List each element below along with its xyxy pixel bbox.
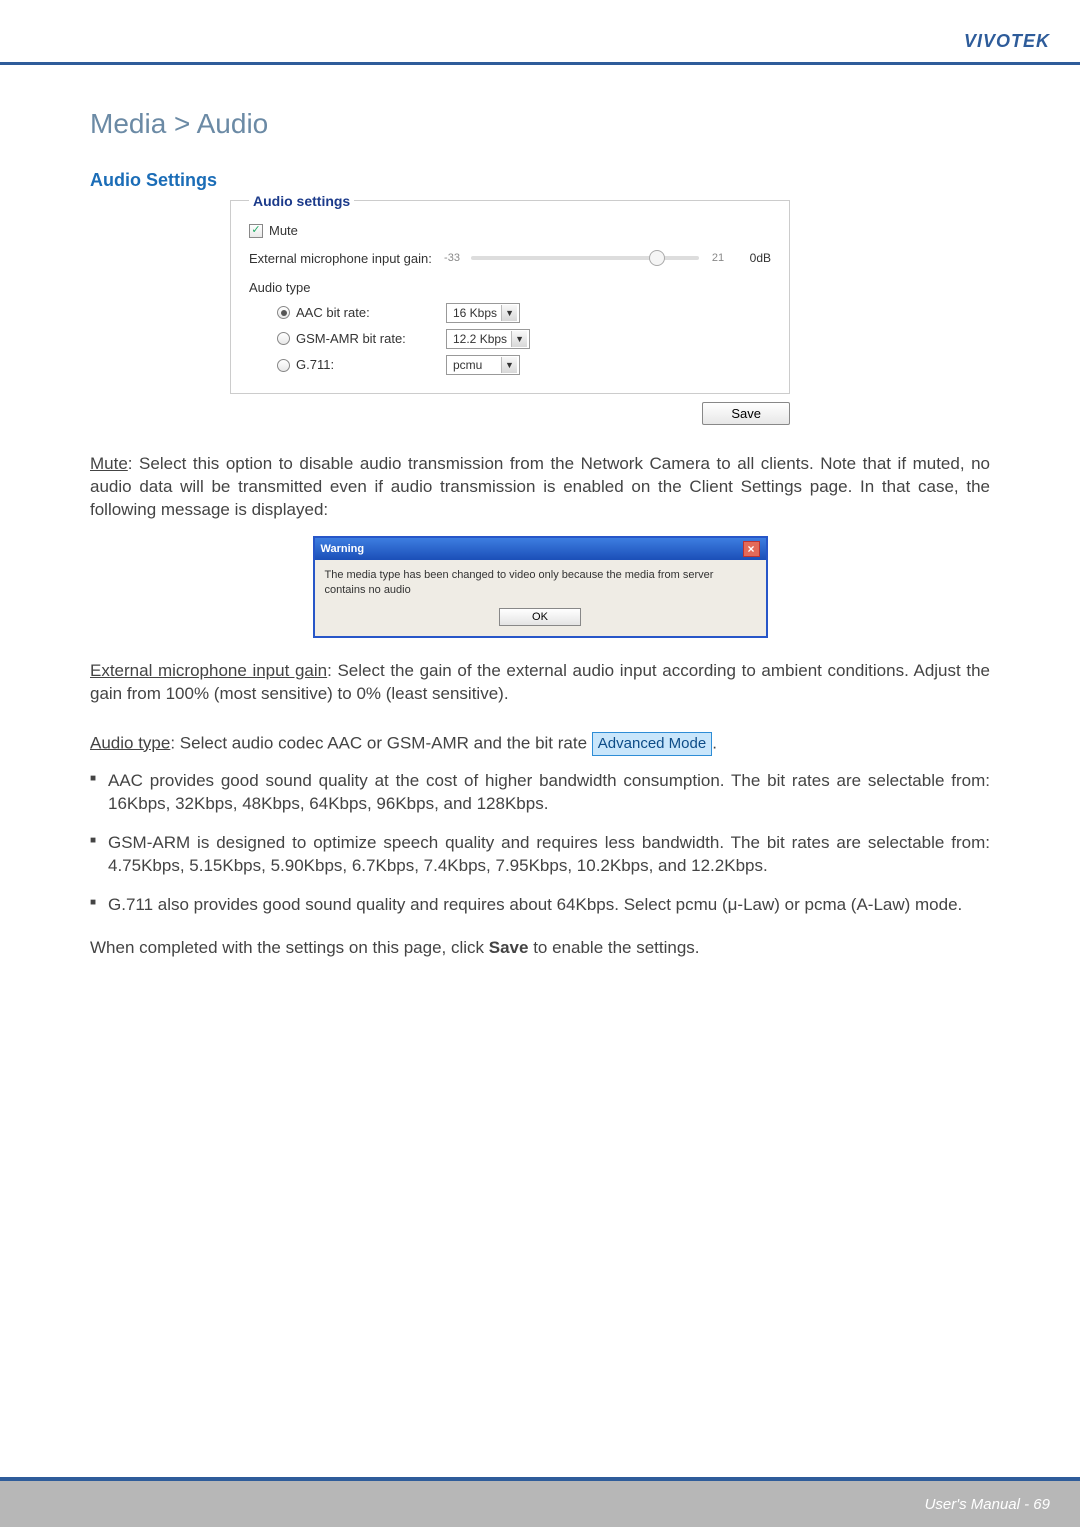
gain-term: External microphone input gain	[90, 661, 327, 680]
g711-label: G.711:	[296, 356, 446, 374]
content: Media > Audio Audio Settings Audio setti…	[0, 65, 1080, 959]
advanced-mode-badge: Advanced Mode	[592, 732, 712, 756]
header-band: VIVOTEK	[0, 0, 1080, 65]
save-text-b: Save	[489, 938, 529, 957]
mute-label: Mute	[269, 222, 298, 240]
gain-track[interactable]	[471, 256, 699, 260]
aac-bitrate-value: 16 Kbps	[449, 305, 501, 321]
save-text-a: When completed with the settings on this…	[90, 938, 489, 957]
codec-row-g711: G.711: pcmu ▼	[277, 355, 771, 375]
warning-titlebar: Warning ×	[315, 538, 766, 560]
panel-legend: Audio settings	[249, 192, 354, 211]
audio-type-intro-b: : Select audio codec AAC or GSM-AMR and …	[170, 733, 591, 752]
codec-row-aac: AAC bit rate: 16 Kbps ▼	[277, 303, 771, 323]
mute-paragraph: Mute: Select this option to disable audi…	[90, 453, 990, 522]
close-icon[interactable]: ×	[743, 541, 760, 557]
aac-bitrate-select[interactable]: 16 Kbps ▼	[446, 303, 520, 323]
audio-type-intro-c: .	[712, 733, 717, 752]
aac-radio[interactable]	[277, 306, 290, 319]
gsmamr-bitrate-select[interactable]: 12.2 Kbps ▼	[446, 329, 530, 349]
warning-dialog: Warning × The media type has been change…	[313, 536, 768, 638]
g711-mode-select[interactable]: pcmu ▼	[446, 355, 520, 375]
audio-type-heading: Audio type	[249, 279, 771, 297]
audio-settings-panel: Audio settings ✓ Mute External microphon…	[230, 200, 790, 394]
mute-term: Mute	[90, 454, 128, 473]
gain-paragraph: External microphone input gain: Select t…	[90, 660, 990, 706]
mute-checkbox[interactable]: ✓	[249, 224, 263, 238]
warning-message: The media type has been changed to video…	[325, 568, 756, 598]
gain-max: 21	[705, 251, 731, 266]
ok-button[interactable]: OK	[499, 608, 581, 626]
g711-mode-value: pcmu	[449, 357, 501, 373]
gain-label: External microphone input gain:	[249, 250, 439, 268]
g711-radio[interactable]	[277, 359, 290, 372]
footer-band: User's Manual - 69	[0, 1477, 1080, 1527]
chevron-down-icon[interactable]: ▼	[501, 357, 517, 373]
codec-row-gsmamr: GSM-AMR bit rate: 12.2 Kbps ▼	[277, 329, 771, 349]
chevron-down-icon[interactable]: ▼	[511, 331, 527, 347]
audio-type-rows: AAC bit rate: 16 Kbps ▼ GSM-AMR bit rate…	[249, 303, 771, 376]
bullet-gsm: GSM-ARM is designed to optimize speech q…	[90, 832, 990, 878]
save-text-c: to enable the settings.	[528, 938, 699, 957]
gsmamr-bitrate-value: 12.2 Kbps	[449, 331, 511, 347]
gain-row: External microphone input gain: -33 21 0…	[249, 250, 771, 268]
audio-type-term: Audio type	[90, 733, 170, 752]
bullet-g711: G.711 also provides good sound quality a…	[90, 894, 990, 917]
warning-body: The media type has been changed to video…	[315, 560, 766, 636]
gain-value: 0dB	[731, 250, 771, 266]
codec-bullet-list: AAC provides good sound quality at the c…	[90, 770, 990, 917]
audio-type-paragraph: Audio type: Select audio codec AAC or GS…	[90, 732, 990, 756]
section-title: Audio Settings	[90, 168, 990, 192]
bullet-aac: AAC provides good sound quality at the c…	[90, 770, 990, 816]
mute-row: ✓ Mute	[249, 222, 771, 240]
save-paragraph: When completed with the settings on this…	[90, 937, 990, 960]
brand-label: VIVOTEK	[964, 31, 1050, 52]
gain-thumb[interactable]	[649, 250, 665, 266]
breadcrumb: Media > Audio	[90, 105, 990, 143]
aac-label: AAC bit rate:	[296, 304, 446, 322]
gsmamr-label: GSM-AMR bit rate:	[296, 330, 446, 348]
warning-title-text: Warning	[321, 542, 365, 557]
gain-slider[interactable]: -33 21	[439, 251, 731, 266]
footer-text: User's Manual - 69	[925, 1496, 1050, 1513]
chevron-down-icon[interactable]: ▼	[501, 305, 517, 321]
gsmamr-radio[interactable]	[277, 332, 290, 345]
gain-min: -33	[439, 251, 465, 266]
save-row: Save	[230, 402, 790, 425]
save-button[interactable]: Save	[702, 402, 790, 425]
